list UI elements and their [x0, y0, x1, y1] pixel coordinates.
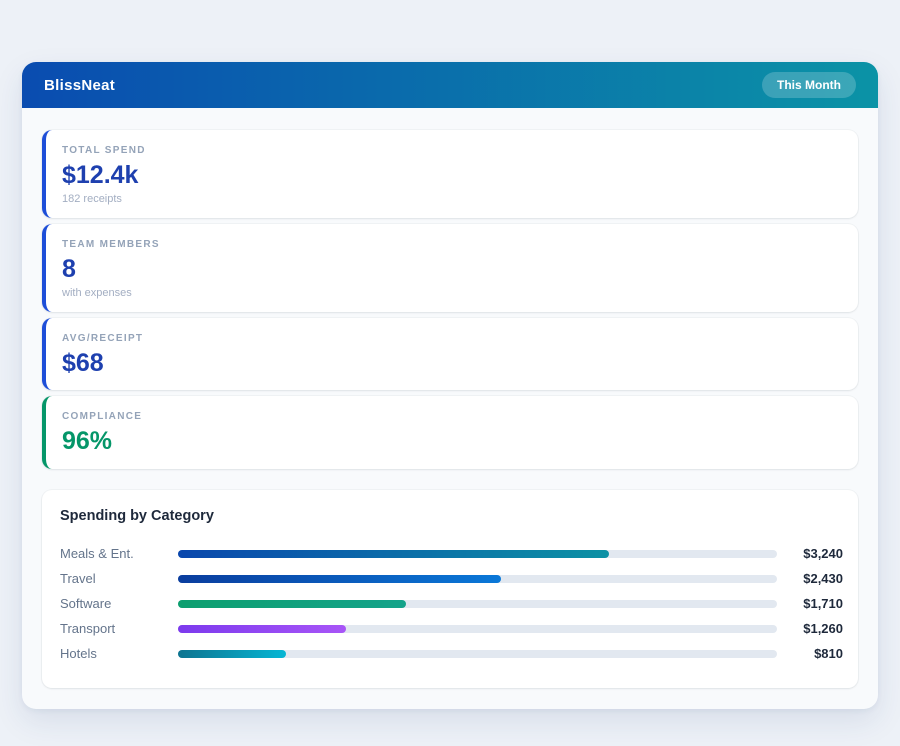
- bar-track: [178, 650, 777, 658]
- chart-row: Transport $1,260: [60, 616, 843, 641]
- period-badge-button[interactable]: This Month: [762, 72, 856, 98]
- app-header: BlissNeat This Month: [22, 62, 878, 108]
- chart-row: Hotels $810: [60, 641, 843, 666]
- stat-subtext: 182 receipts: [62, 193, 842, 205]
- chart-row-label: Transport: [60, 621, 178, 636]
- app-title: BlissNeat: [44, 77, 115, 94]
- bar-fill: [178, 650, 286, 658]
- stat-card: AVG/RECEIPT $68: [42, 318, 858, 391]
- chart-row-value: $2,430: [777, 571, 843, 586]
- chart-row-label: Meals & Ent.: [60, 546, 178, 561]
- stat-value: $68: [62, 349, 842, 378]
- chart-row-value: $1,260: [777, 621, 843, 636]
- stat-subtext: with expenses: [62, 287, 842, 299]
- chart-rows: Meals & Ent. $3,240 Travel $2,430 Softwa…: [60, 541, 843, 666]
- bar-track: [178, 600, 777, 608]
- stat-label: TEAM MEMBERS: [62, 239, 842, 250]
- bar-fill: [178, 575, 501, 583]
- stat-value: 8: [62, 255, 842, 284]
- chart-row-label: Travel: [60, 571, 178, 586]
- chart-row-value: $3,240: [777, 546, 843, 561]
- chart-row-label: Software: [60, 596, 178, 611]
- chart-row: Meals & Ent. $3,240: [60, 541, 843, 566]
- stat-card: COMPLIANCE 96%: [42, 396, 858, 469]
- chart-title: Spending by Category: [60, 508, 843, 524]
- stat-card: TOTAL SPEND $12.4k 182 receipts: [42, 130, 858, 218]
- bar-fill: [178, 600, 406, 608]
- stat-label: COMPLIANCE: [62, 411, 842, 422]
- chart-row: Software $1,710: [60, 591, 843, 616]
- chart-row: Travel $2,430: [60, 566, 843, 591]
- bar-fill: [178, 625, 346, 633]
- bar-track: [178, 625, 777, 633]
- stat-value: 96%: [62, 427, 842, 456]
- stat-label: TOTAL SPEND: [62, 145, 842, 156]
- stat-label: AVG/RECEIPT: [62, 333, 842, 344]
- bar-track: [178, 550, 777, 558]
- stat-value: $12.4k: [62, 161, 842, 190]
- chart-row-value: $1,710: [777, 596, 843, 611]
- chart-row-label: Hotels: [60, 646, 178, 661]
- bar-track: [178, 575, 777, 583]
- bar-fill: [178, 550, 609, 558]
- spending-chart-card: Spending by Category Meals & Ent. $3,240…: [42, 490, 858, 688]
- stats-section: TOTAL SPEND $12.4k 182 receipts TEAM MEM…: [22, 108, 878, 469]
- chart-row-value: $810: [777, 646, 843, 661]
- dashboard-panel: BlissNeat This Month TOTAL SPEND $12.4k …: [22, 62, 878, 709]
- stat-card: TEAM MEMBERS 8 with expenses: [42, 224, 858, 312]
